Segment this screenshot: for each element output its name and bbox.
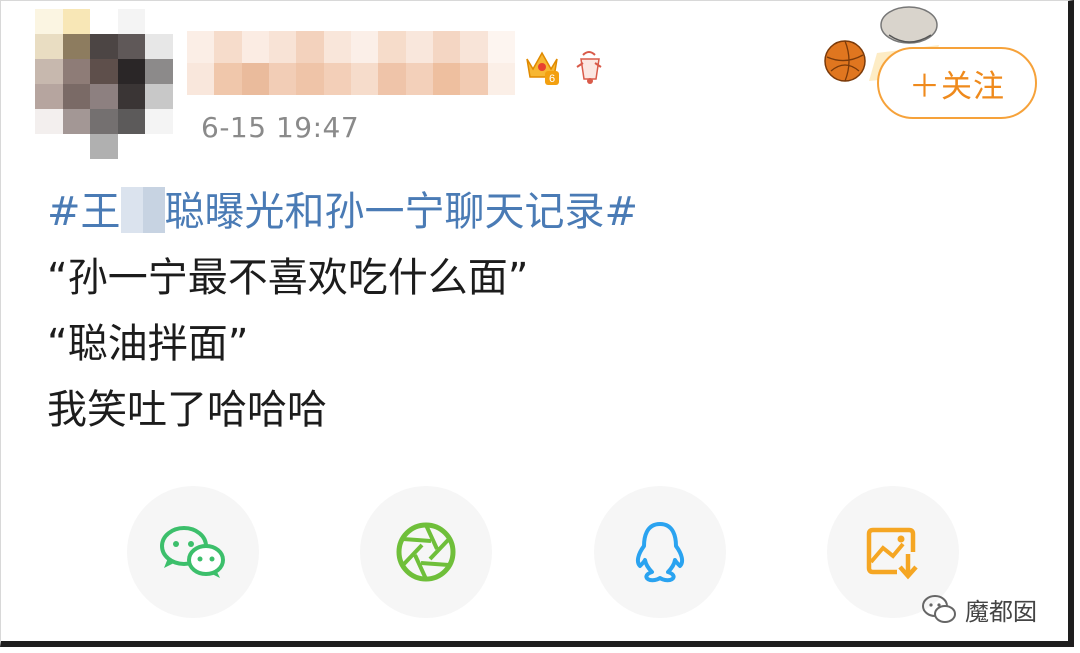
- user-avatar[interactable]: [35, 9, 173, 159]
- post-timestamp: 6-15 19:47: [201, 111, 360, 144]
- level-number: 6: [549, 73, 555, 85]
- share-qq-button[interactable]: [594, 486, 726, 618]
- bell-badge-icon[interactable]: [569, 49, 609, 87]
- redacted-name-block: [120, 187, 165, 233]
- hashtag-topic[interactable]: #王 聪曝光和孙一宁聊天记录#: [47, 179, 638, 245]
- post-text-line-1: “孙一宁最不喜欢吃什么面”: [47, 255, 529, 301]
- vip-crown-icon[interactable]: 6: [523, 47, 561, 87]
- hashtag-prefix: #王: [47, 189, 121, 235]
- watermark: 魔都囡: [921, 591, 1037, 627]
- save-image-icon: [866, 527, 918, 580]
- post-text-line-3: 我笑吐了哈哈哈: [47, 387, 327, 433]
- post-text-line-2: “聪油拌面”: [47, 321, 249, 367]
- post-card: 6 6-15 19:47 ＋关注 #王 聪曝光和孙一宁聊天记录# “孙一宁最不喜欢…: [0, 0, 1074, 647]
- share-moments-button[interactable]: [360, 486, 492, 618]
- wechat-watermark-icon: [922, 595, 956, 623]
- qq-penguin-icon: [635, 522, 685, 583]
- share-wechat-button[interactable]: [127, 486, 259, 618]
- share-bar: [127, 486, 959, 618]
- watermark-text: 魔都囡: [965, 597, 1037, 626]
- hashtag-suffix: 聪曝光和孙一宁聊天记录#: [164, 189, 639, 235]
- wechat-icon: [160, 526, 225, 578]
- follow-button[interactable]: ＋关注: [877, 47, 1037, 119]
- moments-aperture-icon: [396, 522, 456, 582]
- post-body: #王 聪曝光和孙一宁聊天记录# “孙一宁最不喜欢吃什么面” “聪油拌面” 我笑吐了…: [47, 179, 638, 443]
- username-blurred[interactable]: [187, 31, 515, 95]
